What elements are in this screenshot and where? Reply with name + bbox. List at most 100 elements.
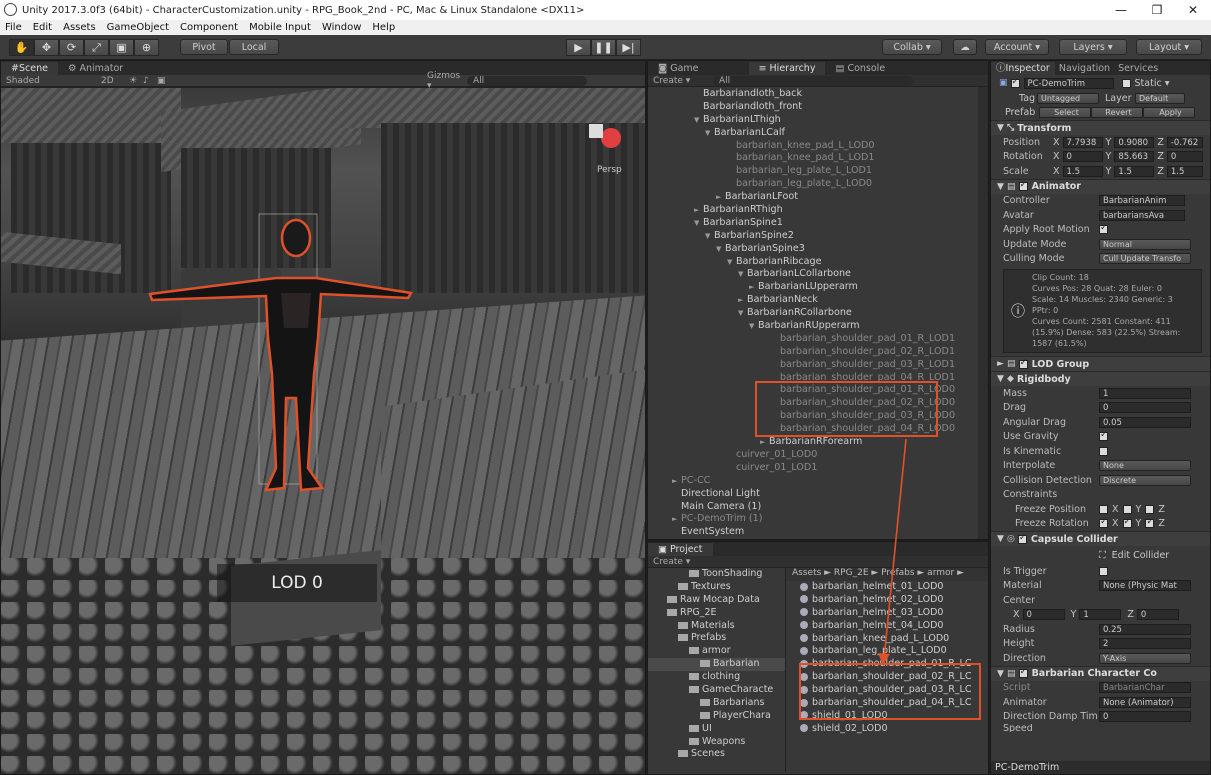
menu-help[interactable]: Help <box>372 22 395 33</box>
hierarchy-item[interactable]: barbarian_shoulder_pad_01_R_LOD1 <box>648 333 988 346</box>
animator-ref-field[interactable]: None (Animator) <box>1099 696 1191 708</box>
expand-arrow-icon[interactable]: ▼ <box>727 256 736 269</box>
menu-assets[interactable]: Assets <box>63 22 96 33</box>
menu-gameobject[interactable]: GameObject <box>107 22 169 33</box>
hierarchy-item[interactable]: barbarian_knee_pad_L_LOD1 <box>648 152 988 165</box>
folder-item[interactable]: armor <box>648 645 785 658</box>
create-dropdown[interactable]: Create ▾ <box>653 76 713 86</box>
tab-hierarchy[interactable]: ≡ Hierarchy <box>748 62 826 75</box>
hierarchy-item[interactable]: barbarian_shoulder_pad_02_R_LOD0 <box>648 397 988 410</box>
play-icon[interactable]: ▶ <box>566 39 591 56</box>
drag-field[interactable]: 0 <box>1099 402 1191 414</box>
rotation-z-field[interactable]: 0 <box>1166 151 1203 163</box>
folder-item[interactable]: GameCharacte <box>648 684 785 697</box>
menu-component[interactable]: Component <box>180 22 238 33</box>
rect-tool-icon[interactable]: ▣ <box>109 39 134 56</box>
expand-arrow-icon[interactable]: ► <box>672 475 681 488</box>
use-gravity-checkbox[interactable] <box>1099 430 1108 442</box>
hierarchy-item[interactable]: barbarian_shoulder_pad_03_R_LOD1 <box>648 359 988 372</box>
hierarchy-item[interactable]: ► BarbarianRForearm <box>648 436 988 449</box>
controller-field[interactable]: BarbarianAnim <box>1099 195 1185 207</box>
prefab-revert-button[interactable]: Revert <box>1091 107 1143 119</box>
hierarchy-item[interactable]: barbarian_shoulder_pad_03_R_LOD0 <box>648 410 988 423</box>
interpolate-dropdown[interactable]: None <box>1099 460 1191 472</box>
menu-file[interactable]: File <box>5 22 22 33</box>
static-dropdown[interactable]: Static ▾ <box>1135 78 1170 89</box>
hierarchy-item[interactable]: barbarian_shoulder_pad_04_R_LOD0 <box>648 423 988 436</box>
hierarchy-item[interactable]: ▼ BarbarianRibcage <box>648 256 988 269</box>
folder-item[interactable]: Textures <box>648 581 785 594</box>
expand-arrow-icon[interactable]: ▼ <box>738 307 747 320</box>
rotation-x-field[interactable]: 0 <box>1062 151 1103 163</box>
hierarchy-item[interactable]: ▼ BarbarianRCollarbone <box>648 307 988 320</box>
is-trigger-checkbox[interactable] <box>1099 566 1108 576</box>
hierarchy-item[interactable]: ▼ BarbarianLCollarbone <box>648 268 988 281</box>
transform-header[interactable]: ▼ ⤡ Transform <box>991 120 1210 135</box>
tag-dropdown[interactable]: Untagged <box>1037 92 1099 104</box>
radius-field[interactable]: 0.25 <box>1099 623 1191 635</box>
pause-icon[interactable]: ❚❚ <box>591 39 616 56</box>
hierarchy-item[interactable]: ▼ BarbarianSpine3 <box>648 243 988 256</box>
folder-item[interactable]: Weapons <box>648 736 785 749</box>
folder-item[interactable]: ToonShading <box>648 568 785 581</box>
hierarchy-item[interactable]: ► BarbarianLFoot <box>648 191 988 204</box>
tab-game[interactable]: ◙ Game <box>648 62 709 75</box>
scale-z-field[interactable]: 1.5 <box>1166 165 1203 177</box>
hierarchy-item[interactable]: Main Camera (1) <box>648 501 988 514</box>
expand-arrow-icon[interactable]: ► <box>694 204 703 217</box>
avatar-field[interactable]: barbariansAva <box>1099 209 1185 221</box>
menu-window[interactable]: Window <box>322 22 361 33</box>
minimize-button[interactable]: — <box>1103 0 1139 20</box>
hierarchy-item[interactable]: barbarian_shoulder_pad_01_R_LOD0 <box>648 384 988 397</box>
folder-item[interactable]: UI <box>648 723 785 736</box>
pivot-button[interactable]: Pivot <box>180 39 228 55</box>
expand-arrow-icon[interactable]: ► <box>716 191 725 204</box>
menu-edit[interactable]: Edit <box>33 22 52 33</box>
folder-item[interactable]: PlayerChara <box>648 710 785 723</box>
expand-arrow-icon[interactable]: ▼ <box>694 114 703 127</box>
direction-dropdown[interactable]: Y-Axis <box>1099 652 1191 664</box>
rigidbody-header[interactable]: ▼ ◆ Rigidbody <box>991 371 1210 386</box>
position-z-field[interactable]: -0.762 <box>1166 136 1203 148</box>
account-button[interactable]: Account ▾ <box>985 39 1049 55</box>
step-icon[interactable]: ▶| <box>616 39 641 56</box>
asset-item[interactable]: barbarian_shoulder_pad_04_R_LC <box>800 697 988 710</box>
tab-project[interactable]: ▣ Project <box>648 543 713 556</box>
hierarchy-item[interactable]: ▼ BarbarianSpine2 <box>648 230 988 243</box>
hierarchy-item[interactable]: ► BarbarianRThigh <box>648 204 988 217</box>
asset-item[interactable]: shield_02_LOD0 <box>800 723 988 736</box>
object-name-field[interactable]: PC-DemoTrim <box>1023 77 1114 89</box>
active-checkbox[interactable] <box>1010 77 1020 88</box>
static-checkbox[interactable] <box>1121 78 1131 88</box>
expand-arrow-icon[interactable]: ▼ <box>705 127 714 140</box>
asset-item[interactable]: shield_01_LOD0 <box>800 710 988 723</box>
collision-detection-dropdown[interactable]: Discrete <box>1099 474 1191 486</box>
scale-tool-icon[interactable]: ⤢ <box>84 39 109 56</box>
prefab-select-button[interactable]: Select <box>1039 107 1091 119</box>
asset-item[interactable]: barbarian_shoulder_pad_03_R_LC <box>800 684 988 697</box>
hierarchy-item[interactable]: ► BarbarianLUpperarm <box>648 281 988 294</box>
folder-item[interactable]: Barbarian <box>648 658 785 672</box>
tab-animator[interactable]: ⚙ Animator <box>58 62 133 75</box>
position-y-field[interactable]: 0.9080 <box>1114 136 1155 148</box>
hierarchy-item[interactable]: cuirver_01_LOD0 <box>648 449 988 462</box>
folder-item[interactable]: Barbarians <box>648 697 785 710</box>
scale-y-field[interactable]: 1.5 <box>1114 165 1155 177</box>
hierarchy-item[interactable]: barbarian_leg_plate_L_LOD0 <box>648 178 988 191</box>
folder-item[interactable]: Raw Mocap Data <box>648 594 785 607</box>
edit-collider-button[interactable]: Edit Collider <box>1112 550 1170 561</box>
hierarchy-item[interactable]: barbarian_shoulder_pad_04_R_LOD1 <box>648 372 988 385</box>
scene-viewport[interactable]: Persp LOD 0 <box>1 88 645 774</box>
angular-drag-field[interactable]: 0.05 <box>1099 416 1191 428</box>
menu-mobile-input[interactable]: Mobile Input <box>249 22 311 33</box>
position-x-field[interactable]: 7.7938 <box>1062 136 1103 148</box>
hierarchy-item[interactable]: Directional Light <box>648 488 988 501</box>
update-mode-dropdown[interactable]: Normal <box>1099 238 1191 250</box>
hierarchy-scrollbar[interactable] <box>978 87 988 539</box>
hierarchy-item[interactable]: ► PC-DemoTrim (1) <box>648 513 988 526</box>
hierarchy-item[interactable]: ▼ BarbarianSpine1 <box>648 217 988 230</box>
rotate-tool-icon[interactable]: ⟳ <box>59 39 84 56</box>
scene-search-input[interactable]: All <box>467 75 587 86</box>
maximize-button[interactable]: ❐ <box>1139 0 1175 20</box>
culling-mode-dropdown[interactable]: Cull Update Transfo <box>1099 253 1191 265</box>
